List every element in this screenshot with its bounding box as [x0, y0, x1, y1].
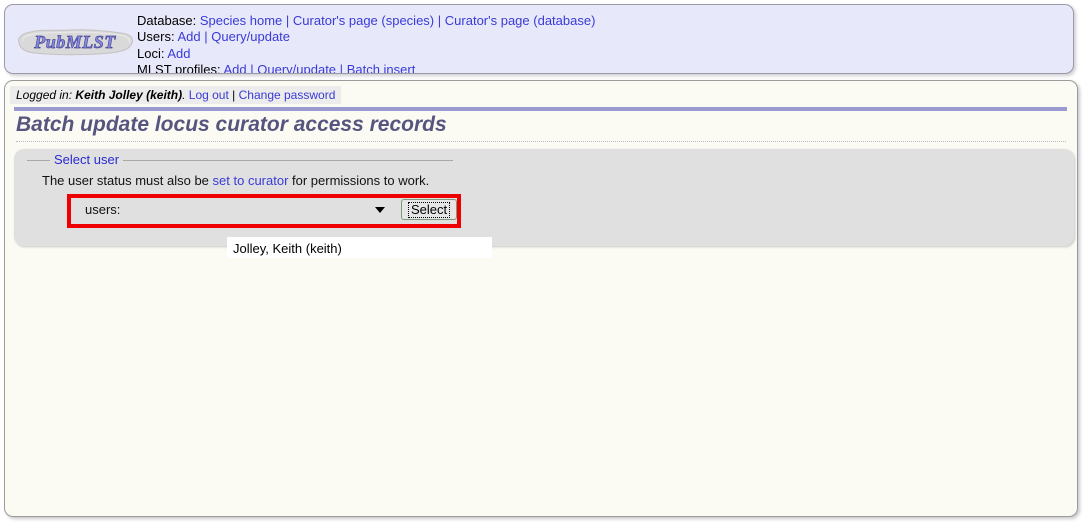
chevron-down-icon [375, 207, 385, 213]
nav-row-database: Database: Species home | Curator's page … [137, 13, 595, 29]
nav-link-users-add[interactable]: Add [177, 29, 200, 44]
helper-text: The user status must also be set to cura… [42, 173, 429, 188]
nav-separator: | [250, 61, 254, 74]
nav-label-mlst-profiles: MLST profiles: [137, 61, 221, 74]
page-title: Batch update locus curator access record… [16, 111, 1066, 142]
nav-label-loci: Loci: [137, 45, 165, 61]
login-suffix: . [182, 88, 186, 102]
nav-separator: | [204, 29, 208, 45]
select-button-label: Select [408, 202, 451, 218]
nav-separator: | [285, 13, 290, 28]
svg-text:PubMLST: PubMLST [33, 32, 116, 52]
nav-label-users: Users: [137, 29, 175, 45]
set-to-curator-link[interactable]: set to curator [213, 173, 289, 188]
nav-link-profiles-query-update[interactable]: Query/update [257, 62, 336, 73]
nav-separator: | [437, 13, 442, 28]
nav-link-species-home[interactable]: Species home [200, 13, 282, 28]
logged-in-user: Keith Jolley (keith) [75, 88, 183, 102]
nav-link-curators-page-species[interactable]: Curator's page (species) [293, 13, 434, 28]
change-password-link[interactable]: Change password [239, 88, 336, 102]
login-prefix: Logged in: [16, 88, 73, 102]
site-header: PubMLST Database: Species home | Curator… [4, 4, 1074, 74]
select-button[interactable]: Select [401, 199, 458, 220]
nav-row-loci: Loci: Add [137, 46, 595, 62]
pubmlst-logo[interactable]: PubMLST [13, 25, 137, 59]
nav-row-users: Users: Add | Query/update [137, 29, 595, 45]
nav-row-mlst-profiles: MLST profiles: Add | Query/update | Batc… [137, 61, 595, 74]
users-select[interactable]: Jolley, Keith (keith) [227, 237, 492, 258]
users-field-label: users: [85, 202, 121, 217]
nav-link-profiles-add[interactable]: Add [223, 62, 246, 73]
nav-label-database: Database: [137, 13, 197, 28]
nav-link-profiles-batch-insert[interactable]: Batch insert [347, 62, 416, 73]
select-user-fieldset: Select user The user status must also be… [27, 152, 492, 258]
nav-link-loci-add[interactable]: Add [167, 46, 190, 61]
nav-separator: | [339, 61, 344, 74]
helper-text-after: for permissions to work. [288, 173, 430, 188]
header-nav: Database: Species home | Curator's page … [137, 13, 595, 74]
helper-text-before: The user status must also be [42, 173, 213, 188]
nav-link-users-query-update[interactable]: Query/update [211, 29, 290, 44]
logout-link[interactable]: Log out [189, 88, 229, 102]
main-content-panel: Logged in: Keith Jolley (keith). Log out… [4, 80, 1078, 517]
login-status-bar: Logged in: Keith Jolley (keith). Log out… [10, 86, 342, 104]
nav-link-curators-page-database[interactable]: Curator's page (database) [445, 13, 596, 28]
login-separator: | [232, 88, 236, 102]
users-select-wrapper[interactable]: Jolley, Keith (keith) [127, 199, 492, 258]
fieldset-legend: Select user [50, 152, 124, 167]
select-user-panel: Select user The user status must also be… [14, 149, 1074, 258]
